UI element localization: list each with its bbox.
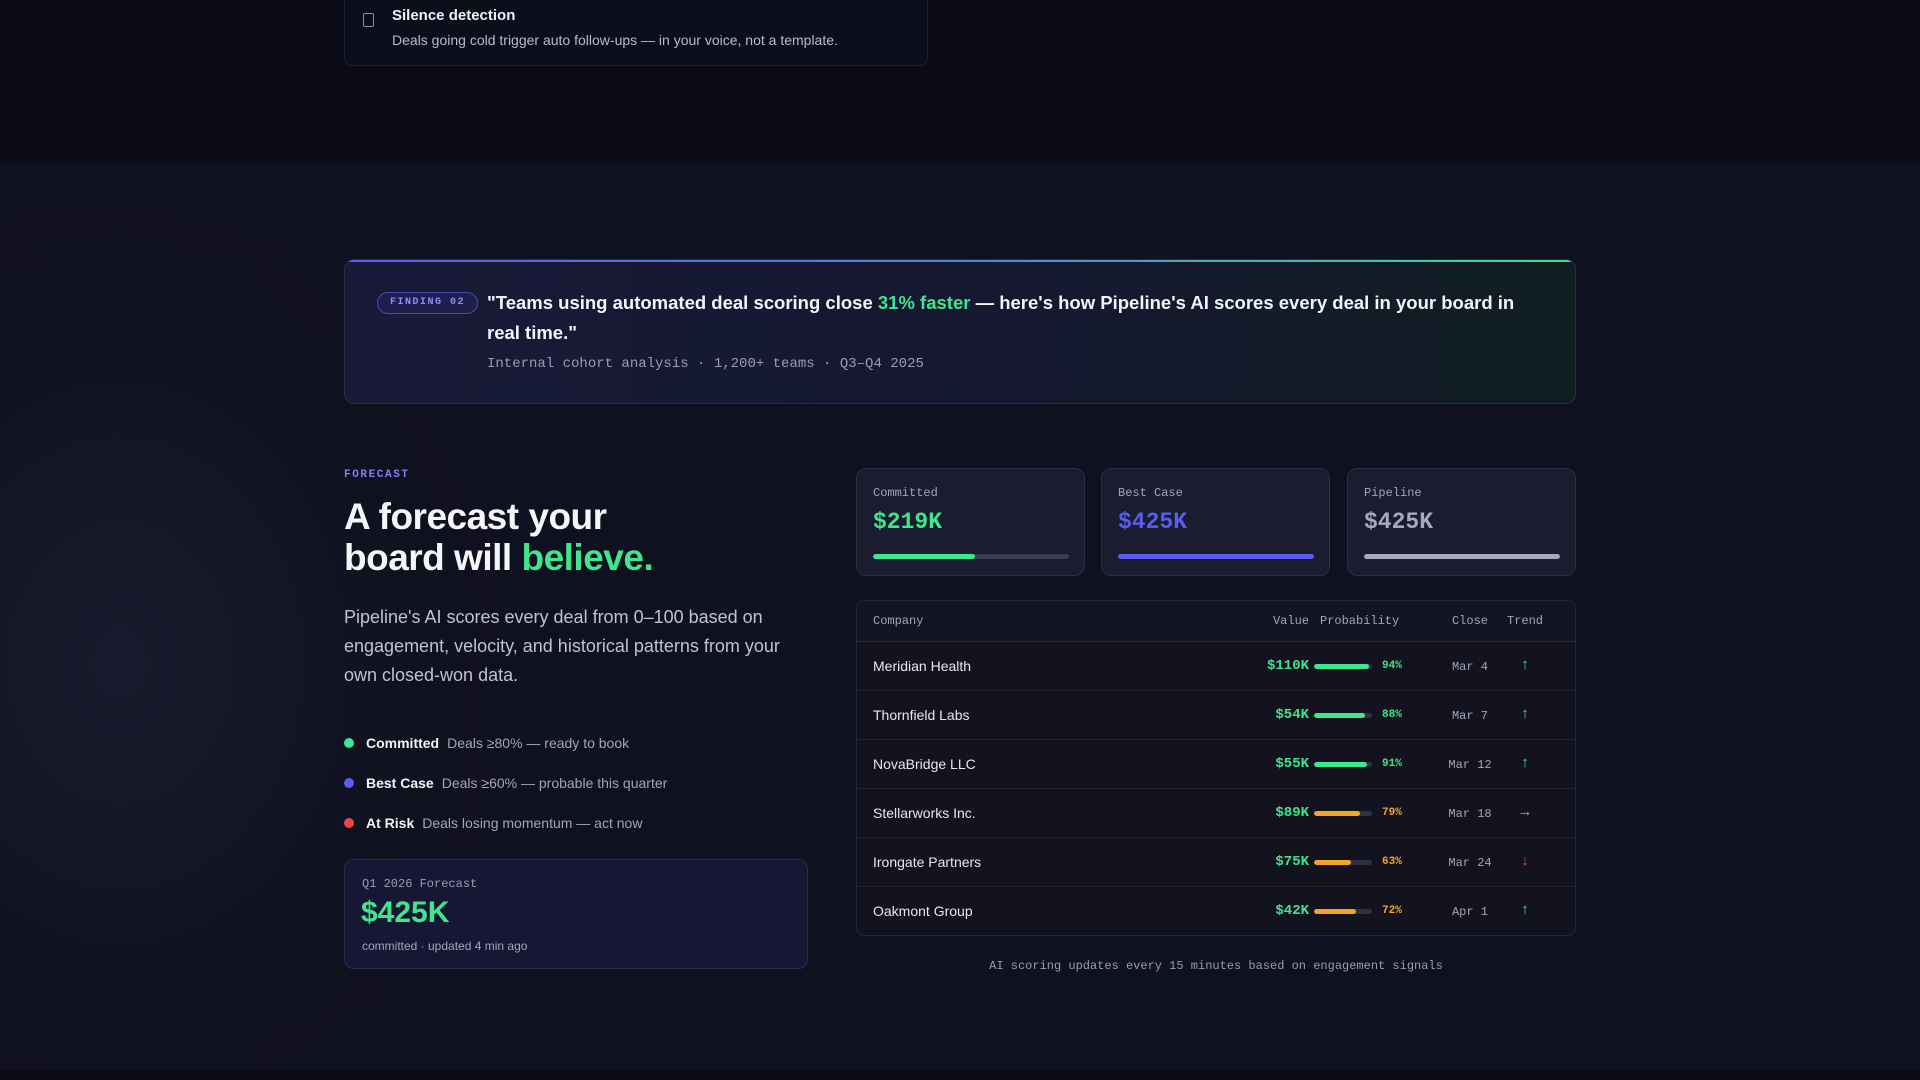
probability-percent: 88% — [1382, 709, 1402, 721]
company-name: Oakmont Group — [873, 903, 973, 919]
forecast-card-value: $425K — [361, 896, 450, 929]
forecast-card-label: Q1 2026 Forecast — [362, 877, 478, 891]
committed-dot-icon — [344, 738, 354, 748]
finding-highlight: 31% faster — [877, 292, 971, 313]
section-headline: A forecast your board will believe. — [344, 496, 654, 578]
column-header-value: Value — [1272, 614, 1309, 628]
probability-bar — [1314, 860, 1372, 865]
finding-quote: "Teams using automated deal scoring clos… — [487, 292, 1515, 343]
close-date: Mar 24 — [1448, 856, 1492, 870]
deal-value: $89K — [1275, 805, 1309, 821]
close-date: Mar 18 — [1448, 807, 1492, 821]
finding-badge: FINDING 02 — [377, 292, 479, 314]
best-case-dot-icon — [344, 778, 354, 788]
column-header-company: Company — [873, 614, 924, 628]
forecast-card-sub: committed · updated 4 min ago — [362, 939, 528, 953]
at-risk-dot-icon — [344, 818, 354, 828]
trend-arrow-icon: ↑ — [1521, 754, 1529, 771]
probability-bar — [1314, 762, 1372, 767]
table-row[interactable]: Oakmont Group $42K 72% Apr 1 ↑ — [857, 887, 1575, 935]
probability-bar — [1314, 713, 1372, 718]
table-header: Company Value Probability Close Trend — [857, 601, 1575, 642]
table-row[interactable]: Stellarworks Inc. $89K 79% Mar 18 → — [857, 789, 1575, 838]
silence-detection-card: Silence detection Deals going cold trigg… — [344, 0, 928, 66]
company-name: Stellarworks Inc. — [873, 805, 976, 821]
committed-progress-bar — [873, 554, 1069, 559]
column-header-probability: Probability — [1320, 614, 1400, 628]
close-date: Mar 12 — [1448, 758, 1492, 772]
document-icon — [363, 13, 374, 27]
finding-banner: FINDING 02 "Teams using automated deal s… — [344, 259, 1576, 404]
deal-value: $54K — [1275, 707, 1309, 723]
deal-value: $55K — [1275, 756, 1309, 772]
probability-percent: 91% — [1382, 758, 1402, 770]
trend-arrow-icon: ↑ — [1521, 901, 1529, 918]
probability-percent: 72% — [1382, 905, 1402, 917]
company-name: NovaBridge LLC — [873, 756, 976, 772]
legend-item-at-risk: At Risk Deals losing momentum — act now — [344, 803, 814, 843]
trend-arrow-icon: ↓ — [1521, 852, 1529, 869]
legend-item-committed: Committed Deals ≥80% — ready to book — [344, 723, 814, 763]
section-subcopy: Pipeline's AI scores every deal from 0–1… — [344, 607, 780, 685]
probability-percent: 94% — [1382, 660, 1402, 672]
company-name: Irongate Partners — [873, 854, 982, 870]
q1-forecast-card: Q1 2026 Forecast $425K committed · updat… — [344, 859, 808, 969]
table-row[interactable]: Irongate Partners $75K 63% Mar 24 ↓ — [857, 838, 1575, 887]
section-eyebrow: FORECAST — [344, 469, 410, 481]
probability-bar — [1314, 811, 1372, 816]
legend-item-best-case: Best Case Deals ≥60% — probable this qua… — [344, 763, 814, 803]
close-date: Apr 1 — [1451, 905, 1488, 919]
close-date: Mar 4 — [1451, 660, 1488, 674]
table-row[interactable]: Meridian Health $110K 94% Mar 4 ↑ — [857, 642, 1575, 691]
stat-card-committed: Committed $219K — [856, 468, 1085, 576]
company-name: Meridian Health — [873, 658, 972, 674]
column-header-close: Close — [1451, 614, 1488, 628]
headline-accent: believe. — [521, 537, 654, 578]
silence-detection-description: Deals going cold trigger auto follow-ups… — [392, 32, 838, 48]
probability-percent: 63% — [1382, 856, 1402, 868]
trend-arrow-icon: ↑ — [1521, 705, 1529, 722]
column-header-trend: Trend — [1507, 614, 1544, 628]
probability-bar — [1314, 664, 1372, 669]
trend-arrow-icon: ↑ — [1521, 656, 1529, 673]
deals-table: Company Value Probability Close Trend Me… — [856, 600, 1576, 936]
top-section: Silence detection Deals going cold trigg… — [0, 0, 1920, 163]
section-divider — [0, 1071, 1920, 1080]
stat-card-pipeline: Pipeline $425K — [1347, 468, 1576, 576]
probability-bar — [1314, 909, 1372, 914]
company-name: Thornfield Labs — [873, 707, 970, 723]
close-date: Mar 7 — [1451, 709, 1488, 723]
silence-detection-title: Silence detection — [392, 7, 516, 24]
probability-percent: 79% — [1382, 807, 1402, 819]
stat-card-best-case: Best Case $425K — [1101, 468, 1330, 576]
best-case-progress-bar — [1118, 554, 1314, 559]
deal-value: $75K — [1275, 854, 1309, 870]
table-row[interactable]: NovaBridge LLC $55K 91% Mar 12 ↑ — [857, 740, 1575, 789]
table-row[interactable]: Thornfield Labs $54K 88% Mar 7 ↑ — [857, 691, 1575, 740]
pipeline-progress-bar — [1364, 554, 1560, 559]
table-footnote: AI scoring updates every 15 minutes base… — [989, 959, 1443, 973]
deal-value: $110K — [1266, 658, 1309, 674]
finding-source: Internal cohort analysis · 1,200+ teams … — [487, 356, 924, 372]
trend-arrow-icon: → — [1517, 803, 1533, 820]
forecast-legend: Committed Deals ≥80% — ready to book Bes… — [344, 723, 814, 843]
deal-value: $42K — [1275, 903, 1309, 919]
